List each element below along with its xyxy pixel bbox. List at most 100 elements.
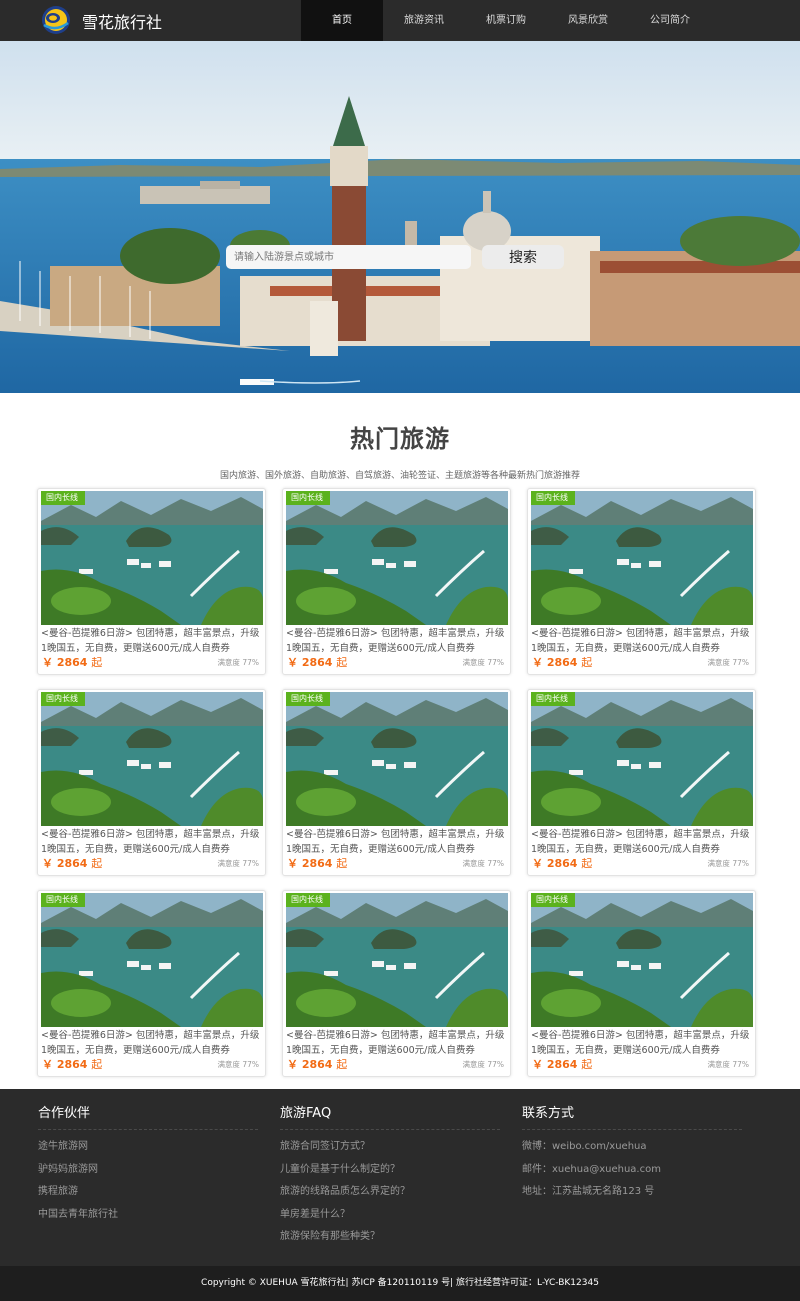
nav-about[interactable]: 公司简介	[629, 0, 711, 41]
tour-rating: 满意度 77%	[217, 658, 259, 667]
tour-card[interactable]: 国内长线 <曼谷-芭提雅6日游> 包团特惠，超丰富景点，升级1晚国五，无自费，更…	[527, 488, 756, 675]
nav-home[interactable]: 首页	[301, 0, 383, 41]
tour-rating: 满意度 77%	[707, 1060, 749, 1069]
tour-price: ￥ 2864 起	[42, 1056, 102, 1072]
tour-thumbnail[interactable]	[41, 893, 263, 1027]
search-input[interactable]	[226, 245, 471, 269]
tour-thumbnail[interactable]	[41, 692, 263, 826]
partner-link[interactable]: 中国去青年旅行社	[38, 1204, 258, 1227]
tour-tag: 国内长线	[286, 893, 330, 907]
tour-description[interactable]: <曼谷-芭提雅6日游> 包团特惠，超丰富景点，升级1晚国五，无自费，更赠送600…	[41, 1029, 263, 1058]
brand-name[interactable]: 雪花旅行社	[82, 9, 162, 33]
faq-link[interactable]: 旅游保险有那些种类？	[280, 1226, 500, 1249]
tour-description[interactable]: <曼谷-芭提雅6日游> 包团特惠，超丰富景点，升级1晚国五，无自费，更赠送600…	[286, 627, 508, 656]
tour-price: ￥ 2864 起	[287, 855, 347, 871]
search-button[interactable]: 搜索	[482, 245, 564, 269]
faq-link[interactable]: 旅游合同签订方式？	[280, 1136, 500, 1159]
price-value: ￥ 2864	[42, 857, 88, 870]
price-value: ￥ 2864	[42, 656, 88, 669]
price-unit: 起	[581, 1058, 593, 1071]
tour-tag: 国内长线	[41, 692, 85, 706]
faq-link[interactable]: 儿童价是基于什么制定的？	[280, 1159, 500, 1182]
tour-description[interactable]: <曼谷-芭提雅6日游> 包团特惠，超丰富景点，升级1晚国五，无自费，更赠送600…	[41, 828, 263, 857]
tour-tag: 国内长线	[41, 893, 85, 907]
tour-thumbnail[interactable]	[286, 893, 508, 1027]
tour-price: ￥ 2864 起	[532, 654, 592, 670]
section-title: 热门旅游	[350, 425, 450, 453]
tour-tag: 国内长线	[531, 893, 575, 907]
price-unit: 起	[336, 656, 348, 669]
tour-rating: 满意度 77%	[217, 859, 259, 868]
tour-description[interactable]: <曼谷-芭提雅6日游> 包团特惠，超丰富景点，升级1晚国五，无自费，更赠送600…	[531, 1029, 753, 1058]
contact-weibo[interactable]: 微博：weibo.com/xuehua	[522, 1136, 742, 1159]
tour-tag: 国内长线	[531, 491, 575, 505]
tour-price: ￥ 2864 起	[42, 855, 102, 871]
partners-title: 合作伙伴	[38, 1102, 258, 1130]
tour-card[interactable]: 国内长线 <曼谷-芭提雅6日游> 包团特惠，超丰富景点，升级1晚国五，无自费，更…	[37, 689, 266, 876]
tour-thumbnail[interactable]	[531, 893, 753, 1027]
tour-tag: 国内长线	[531, 692, 575, 706]
nav-flight-booking[interactable]: 机票订购	[465, 0, 547, 41]
nav-travel-news[interactable]: 旅游资讯	[383, 0, 465, 41]
tour-thumbnail[interactable]	[286, 491, 508, 625]
tour-card[interactable]: 国内长线 <曼谷-芭提雅6日游> 包团特惠，超丰富景点，升级1晚国五，无自费，更…	[282, 890, 511, 1077]
price-unit: 起	[336, 1058, 348, 1071]
tour-description[interactable]: <曼谷-芭提雅6日游> 包团特惠，超丰富景点，升级1晚国五，无自费，更赠送600…	[531, 828, 753, 857]
tour-card[interactable]: 国内长线 <曼谷-芭提雅6日游> 包团特惠，超丰富景点，升级1晚国五，无自费，更…	[37, 890, 266, 1077]
contact-column: 联系方式 微博：weibo.com/xuehua 邮件：xuehua@xuehu…	[522, 1102, 742, 1204]
faq-link[interactable]: 单房差是什么？	[280, 1204, 500, 1227]
main-nav: 首页 旅游资讯 机票订购 风景欣赏 公司简介	[301, 0, 711, 41]
price-unit: 起	[91, 656, 103, 669]
partner-link[interactable]: 途牛旅游网	[38, 1136, 258, 1159]
faq-title: 旅游FAQ	[280, 1102, 500, 1130]
logo-icon[interactable]	[40, 5, 72, 35]
price-value: ￥ 2864	[287, 1058, 333, 1071]
price-value: ￥ 2864	[532, 1058, 578, 1071]
tour-rating: 满意度 77%	[462, 1060, 504, 1069]
partners-column: 合作伙伴 途牛旅游网 驴妈妈旅游网 携程旅游 中国去青年旅行社	[38, 1102, 258, 1226]
tour-rating: 满意度 77%	[462, 658, 504, 667]
nav-scenery[interactable]: 风景欣赏	[547, 0, 629, 41]
tour-price: ￥ 2864 起	[42, 654, 102, 670]
tour-thumbnail[interactable]	[531, 491, 753, 625]
tour-price: ￥ 2864 起	[532, 1056, 592, 1072]
price-unit: 起	[91, 1058, 103, 1071]
partner-link[interactable]: 携程旅游	[38, 1181, 258, 1204]
tour-description[interactable]: <曼谷-芭提雅6日游> 包团特惠，超丰富景点，升级1晚国五，无自费，更赠送600…	[531, 627, 753, 656]
faq-column: 旅游FAQ 旅游合同签订方式？ 儿童价是基于什么制定的？ 旅游的线路品质怎么界定…	[280, 1102, 500, 1249]
tour-rating: 满意度 77%	[707, 859, 749, 868]
tour-price: ￥ 2864 起	[287, 1056, 347, 1072]
contact-email[interactable]: 邮件：xuehua@xuehua.com	[522, 1159, 742, 1182]
tour-tag: 国内长线	[286, 491, 330, 505]
tour-card[interactable]: 国内长线 <曼谷-芭提雅6日游> 包团特惠，超丰富景点，升级1晚国五，无自费，更…	[282, 689, 511, 876]
tour-thumbnail[interactable]	[286, 692, 508, 826]
price-unit: 起	[581, 857, 593, 870]
tour-rating: 满意度 77%	[462, 859, 504, 868]
price-value: ￥ 2864	[287, 656, 333, 669]
tour-thumbnail[interactable]	[531, 692, 753, 826]
banner-image	[0, 41, 800, 393]
tour-price: ￥ 2864 起	[532, 855, 592, 871]
price-value: ￥ 2864	[287, 857, 333, 870]
price-unit: 起	[336, 857, 348, 870]
section-subtitle: 国内旅游、国外旅游、自助旅游、自驾旅游、油轮签证、主题旅游等各种最新热门旅游推荐	[219, 471, 580, 481]
tour-tag: 国内长线	[41, 491, 85, 505]
tour-description[interactable]: <曼谷-芭提雅6日游> 包团特惠，超丰富景点，升级1晚国五，无自费，更赠送600…	[41, 627, 263, 656]
faq-link[interactable]: 旅游的线路品质怎么界定的？	[280, 1181, 500, 1204]
price-unit: 起	[91, 857, 103, 870]
tour-card[interactable]: 国内长线 <曼谷-芭提雅6日游> 包团特惠，超丰富景点，升级1晚国五，无自费，更…	[527, 689, 756, 876]
tour-description[interactable]: <曼谷-芭提雅6日游> 包团特惠，超丰富景点，升级1晚国五，无自费，更赠送600…	[286, 1029, 508, 1058]
price-unit: 起	[581, 656, 593, 669]
copyright-bar: Copyright © XUEHUA 雪花旅行社| 苏ICP 备12011011…	[0, 1266, 800, 1301]
tour-rating: 满意度 77%	[707, 658, 749, 667]
price-value: ￥ 2864	[42, 1058, 88, 1071]
tour-card[interactable]: 国内长线 <曼谷-芭提雅6日游> 包团特惠，超丰富景点，升级1晚国五，无自费，更…	[282, 488, 511, 675]
top-header: 雪花旅行社 首页 旅游资讯 机票订购 风景欣赏 公司简介	[0, 0, 800, 41]
tour-card[interactable]: 国内长线 <曼谷-芭提雅6日游> 包团特惠，超丰富景点，升级1晚国五，无自费，更…	[37, 488, 266, 675]
tour-card[interactable]: 国内长线 <曼谷-芭提雅6日游> 包团特惠，超丰富景点，升级1晚国五，无自费，更…	[527, 890, 756, 1077]
tour-tag: 国内长线	[286, 692, 330, 706]
tour-thumbnail[interactable]	[41, 491, 263, 625]
tour-description[interactable]: <曼谷-芭提雅6日游> 包团特惠，超丰富景点，升级1晚国五，无自费，更赠送600…	[286, 828, 508, 857]
price-value: ￥ 2864	[532, 857, 578, 870]
partner-link[interactable]: 驴妈妈旅游网	[38, 1159, 258, 1182]
